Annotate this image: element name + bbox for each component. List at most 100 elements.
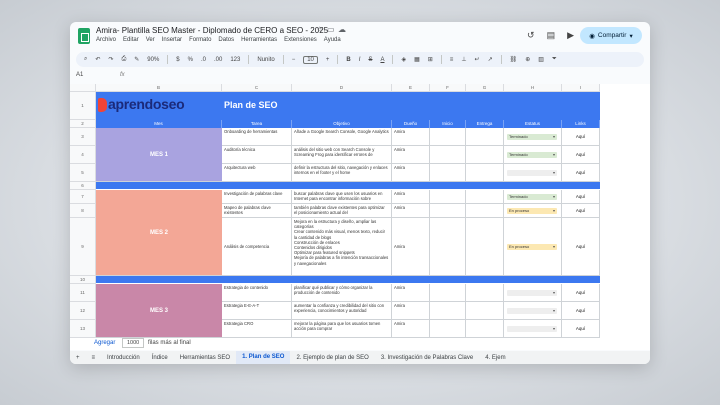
link-cell[interactable]: Aquí xyxy=(562,218,600,276)
menu-extensiones[interactable]: Extensiones xyxy=(284,37,317,43)
status-chip[interactable]: Terminado xyxy=(507,194,557,200)
column-header[interactable]: I xyxy=(562,84,600,92)
row-header[interactable]: 9 xyxy=(70,218,96,276)
link-cell[interactable]: Aquí xyxy=(562,284,600,302)
link-cell[interactable]: Aquí xyxy=(562,320,600,338)
number-format-button[interactable]: 123 xyxy=(230,57,240,63)
due-cell[interactable] xyxy=(466,284,504,302)
status-chip[interactable] xyxy=(507,290,557,296)
objective-cell[interactable]: definir la estructura del sitio, navegac… xyxy=(292,164,392,182)
row-header[interactable]: 7 xyxy=(70,190,96,204)
due-cell[interactable] xyxy=(466,302,504,320)
add-sheet-icon[interactable]: + xyxy=(70,355,86,361)
due-cell[interactable] xyxy=(466,164,504,182)
owner-cell[interactable]: Amira xyxy=(392,302,430,320)
objective-cell[interactable]: también palabras clave existentes para o… xyxy=(292,204,392,218)
start-cell[interactable] xyxy=(430,302,466,320)
sheet-tab-indice[interactable]: Índice xyxy=(146,355,174,361)
objective-cell[interactable]: planificar qué publicar y cómo organizar… xyxy=(292,284,392,302)
due-cell[interactable] xyxy=(466,128,504,146)
row-header[interactable]: 5 xyxy=(70,164,96,182)
font-size-increase[interactable]: + xyxy=(326,57,330,63)
share-button[interactable]: ◉ Compartir ▾ xyxy=(580,27,642,44)
row-header[interactable]: 6 xyxy=(70,182,96,190)
merge-icon[interactable]: ⊞ xyxy=(428,56,433,63)
menu-editar[interactable]: Editar xyxy=(123,37,139,43)
cloud-status-icon[interactable]: ☁ xyxy=(338,25,346,34)
month-1-cell[interactable]: MES 1 xyxy=(96,128,222,182)
menu-ver[interactable]: Ver xyxy=(146,37,155,43)
objective-cell[interactable]: Añade a Google Search Console, Google An… xyxy=(292,128,392,146)
owner-cell[interactable]: Amira xyxy=(392,320,430,338)
add-rows-button[interactable]: Agregar xyxy=(94,340,115,346)
star-icon[interactable]: ☆ xyxy=(316,25,323,34)
owner-cell[interactable]: Amira xyxy=(392,128,430,146)
column-header[interactable]: B xyxy=(96,84,222,92)
history-icon[interactable]: ↺ xyxy=(527,30,535,41)
owner-cell[interactable]: Amira xyxy=(392,284,430,302)
comment-icon[interactable]: ▤ xyxy=(547,30,556,41)
objective-cell[interactable]: aumentar la confianza y credibilidad del… xyxy=(292,302,392,320)
owner-cell[interactable]: Amira xyxy=(392,218,430,276)
font-select[interactable]: Nunito xyxy=(257,57,274,63)
objective-cell[interactable]: buscar palabras clave que usen los usuar… xyxy=(292,190,392,204)
due-cell[interactable] xyxy=(466,190,504,204)
column-header[interactable]: F xyxy=(430,84,466,92)
all-sheets-icon[interactable]: ≡ xyxy=(86,355,102,361)
bold-button[interactable]: B xyxy=(346,57,350,63)
task-cell[interactable]: Mapeo de palabras clave existentes xyxy=(222,204,292,218)
start-cell[interactable] xyxy=(430,146,466,164)
status-chip[interactable] xyxy=(507,326,557,332)
row-header[interactable]: 12 xyxy=(70,302,96,320)
print-icon[interactable]: ⎙ xyxy=(121,56,126,63)
add-rows-count-input[interactable]: 1000 xyxy=(122,338,145,348)
task-cell[interactable]: Estrategia CRO xyxy=(222,320,292,338)
start-cell[interactable] xyxy=(430,204,466,218)
borders-icon[interactable]: ▦ xyxy=(414,56,420,63)
align-icon[interactable]: ≡ xyxy=(450,57,454,63)
menu-formato[interactable]: Formato xyxy=(189,37,211,43)
document-title[interactable]: Amira- Plantilla SEO Master - Diplomado … xyxy=(96,26,328,35)
row-header[interactable]: 4 xyxy=(70,146,96,164)
month-2-cell[interactable]: MES 2 xyxy=(96,190,222,276)
menu-ayuda[interactable]: Ayuda xyxy=(324,37,341,43)
task-cell[interactable]: Estrategia E-E-A-T xyxy=(222,302,292,320)
task-cell[interactable]: Investigación de palabras clave xyxy=(222,190,292,204)
italic-button[interactable]: I xyxy=(359,57,361,63)
menu-herramientas[interactable]: Herramientas xyxy=(241,37,277,43)
menu-datos[interactable]: Datos xyxy=(218,37,234,43)
objective-cell[interactable]: análisis del sitio web con Search Consol… xyxy=(292,146,392,164)
menu-archivo[interactable]: Archivo xyxy=(96,37,116,43)
start-cell[interactable] xyxy=(430,218,466,276)
link-cell[interactable]: Aquí xyxy=(562,204,600,218)
menu-insertar[interactable]: Insertar xyxy=(162,37,182,43)
start-cell[interactable] xyxy=(430,164,466,182)
status-chip[interactable]: Terminado xyxy=(507,134,557,140)
filter-icon[interactable]: ⏷ xyxy=(552,56,557,63)
due-cell[interactable] xyxy=(466,218,504,276)
start-cell[interactable] xyxy=(430,128,466,146)
link-icon[interactable]: ⛓ xyxy=(510,56,518,63)
column-header[interactable]: H xyxy=(504,84,562,92)
valign-icon[interactable]: ⊥ xyxy=(461,56,466,63)
column-header[interactable]: C xyxy=(222,84,292,92)
status-chip[interactable]: En proceso xyxy=(507,244,557,250)
start-cell[interactable] xyxy=(430,190,466,204)
meet-icon[interactable]: ▶ xyxy=(567,30,574,41)
sheet-tab-ejem[interactable]: 4. Ejem xyxy=(479,355,511,361)
row-header[interactable]: 1 xyxy=(70,92,96,120)
decrease-decimal-button[interactable]: .0 xyxy=(201,57,206,63)
sheet-tab-herramientas[interactable]: Herramientas SEO xyxy=(174,355,236,361)
font-size-decrease[interactable]: − xyxy=(292,57,296,63)
fill-color-icon[interactable]: ◈ xyxy=(401,56,406,63)
text-color-button[interactable]: A xyxy=(380,57,384,63)
link-cell[interactable]: Aquí xyxy=(562,190,600,204)
rotate-icon[interactable]: ↗ xyxy=(488,56,493,63)
sheet-tab-ejemplo[interactable]: 2. Ejemplo de plan de SEO xyxy=(290,355,374,361)
sheet-grid[interactable]: B C D E F G H I 1 2 3 4 5 6 7 8 9 10 11 … xyxy=(70,84,650,338)
comment-add-icon[interactable]: ⊕ xyxy=(525,56,530,63)
wrap-icon[interactable]: ↵ xyxy=(475,56,480,63)
corner-cell[interactable] xyxy=(70,84,96,92)
status-chip[interactable] xyxy=(507,308,557,314)
owner-cell[interactable]: Amira xyxy=(392,204,430,218)
